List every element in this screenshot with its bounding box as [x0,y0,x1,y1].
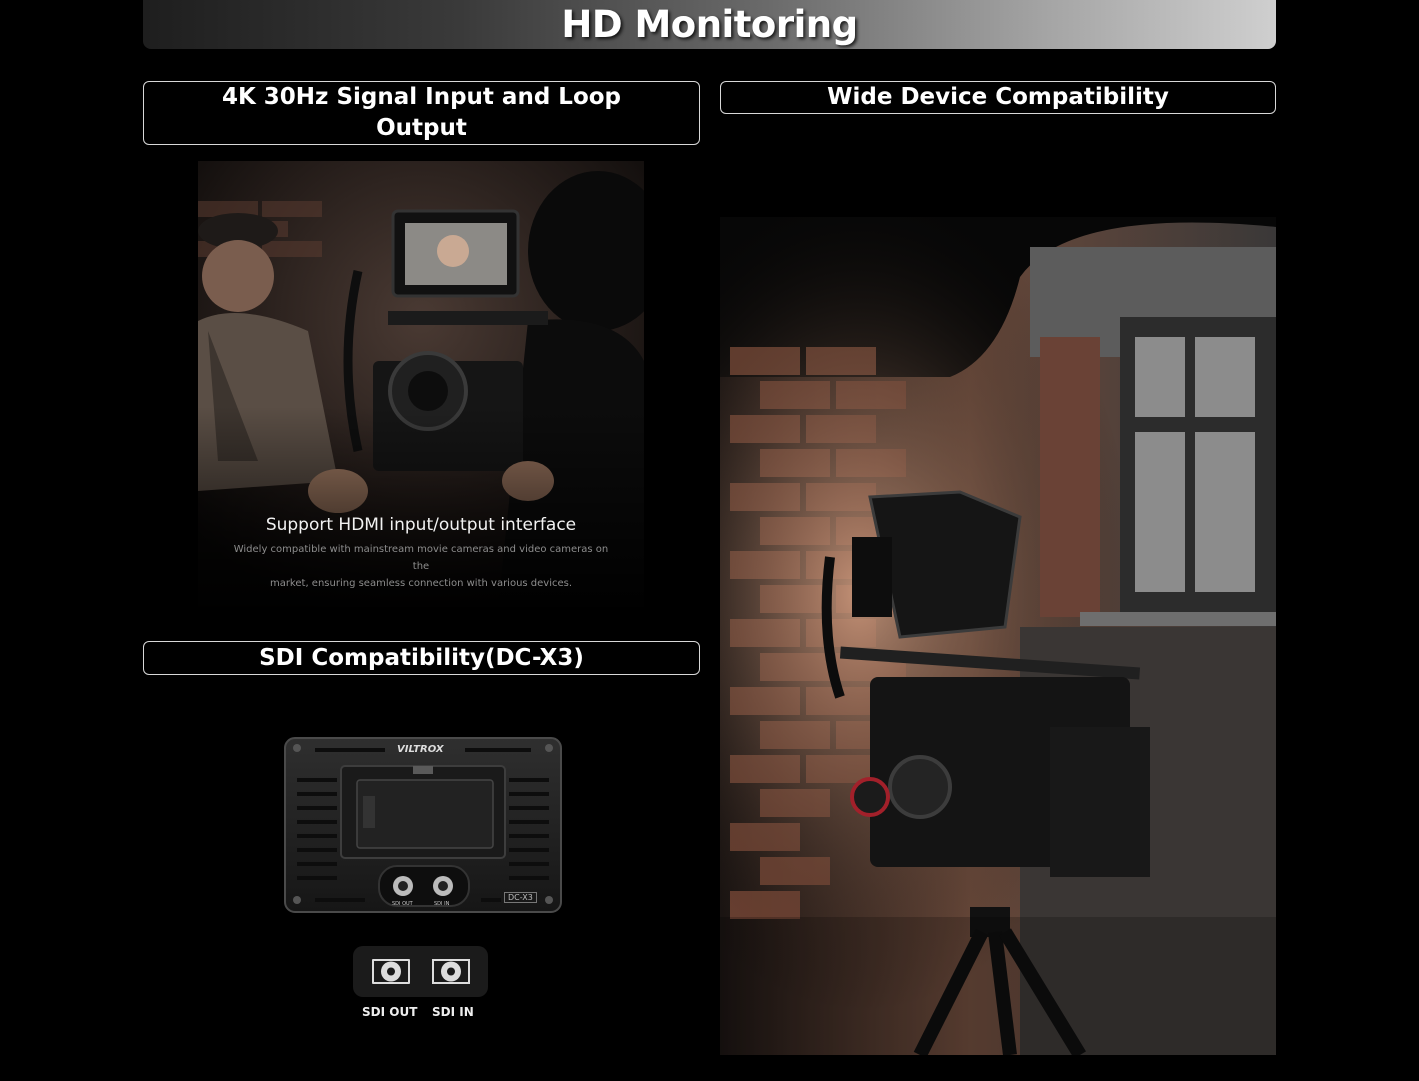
sdi-in-port-icon [432,959,470,984]
sdi-in-label: SDI IN [432,1005,474,1019]
hdmi-subcaption-line2: market, ensuring seamless connection wit… [269,578,573,589]
device-sdi-out-label: SDI OUT [392,901,413,907]
dc-x3-device-image: VILTROX DC-X3 SDI OUT SDI IN [275,728,571,928]
compat-title-box: Wide Device Compatibility [720,81,1276,114]
section-header-banner: HD Monitoring [143,0,1276,49]
signal-title-box: 4K 30Hz Signal Input and Loop Output [143,81,700,145]
device-model-label: DC-X3 [504,892,537,903]
wide-compat-photo [720,217,1276,1055]
hdmi-caption: Support HDMI input/output interface [265,515,577,535]
signal-title-line2: Output [376,115,467,141]
sdi-ports-zoom [353,946,488,997]
sdi-title: SDI Compatibility(DC-X3) [259,644,584,671]
sdi-out-label: SDI OUT [362,1005,418,1019]
signal-title-line1: 4K 30Hz Signal Input and Loop [221,84,622,110]
hdmi-subcaption-line1: Widely compatible with mainstream movie … [233,544,609,572]
compat-title: Wide Device Compatibility [827,84,1169,110]
hdmi-subcaption: Widely compatible with mainstream movie … [228,541,614,592]
sdi-title-box: SDI Compatibility(DC-X3) [143,641,700,675]
device-sdi-in-label: SDI IN [434,901,450,907]
page-title: HD Monitoring [561,3,858,46]
sdi-out-port-icon [372,959,410,984]
device-brand-label: VILTROX [397,744,444,755]
